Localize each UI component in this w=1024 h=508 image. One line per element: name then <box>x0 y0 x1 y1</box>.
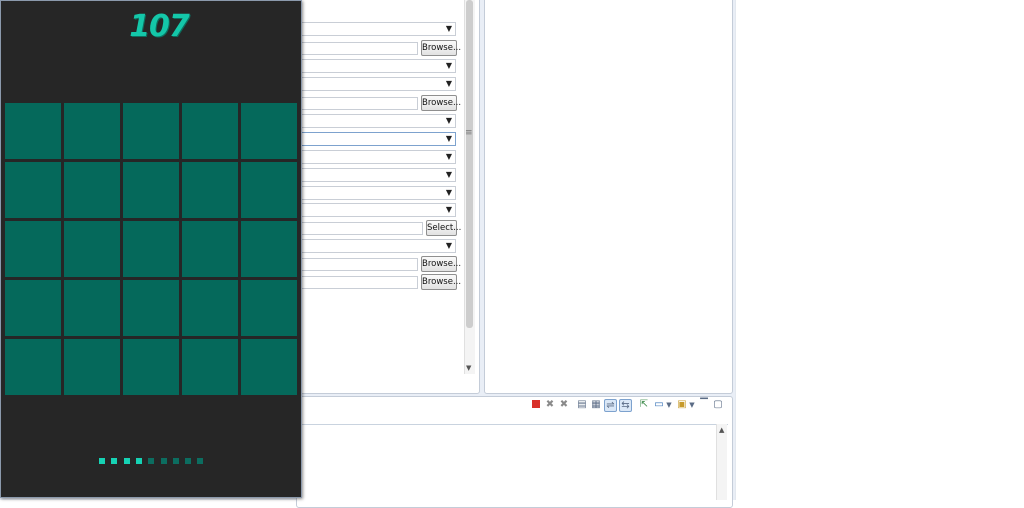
path-field[interactable] <box>300 97 418 110</box>
grid-cell[interactable] <box>241 103 297 159</box>
property-combo[interactable]: ▼ <box>300 22 457 36</box>
grid-cell[interactable] <box>123 103 179 159</box>
property-combo[interactable]: ▼ <box>300 150 457 164</box>
property-path-row: Browse... <box>300 256 461 272</box>
grid-cell[interactable] <box>241 339 297 395</box>
property-combo[interactable]: ▼ <box>300 203 457 217</box>
level-dot-empty <box>185 458 192 464</box>
maximize-icon[interactable]: ▢ <box>712 399 724 411</box>
grid-cell[interactable] <box>123 339 179 395</box>
property-combo[interactable]: ▼ <box>300 168 457 182</box>
chevron-down-icon[interactable]: ▼ <box>686 399 698 411</box>
scroll-lock-icon[interactable]: ▦ <box>590 399 602 411</box>
grid-cell[interactable] <box>182 221 238 277</box>
browse-button[interactable]: Browse... <box>421 40 461 56</box>
level-dot-empty <box>148 458 155 464</box>
terminate-icon[interactable] <box>530 399 542 411</box>
property-path-row: Browse... <box>300 40 461 56</box>
grid-cell[interactable] <box>123 221 179 277</box>
browse-button[interactable]: Browse... <box>421 95 461 111</box>
editor-area <box>735 0 1024 500</box>
level-dot-filled <box>99 458 105 464</box>
game-window: 107 <box>0 0 302 498</box>
level-dot-empty <box>172 458 179 464</box>
dropdown-arrow-icon[interactable]: ▼ <box>446 170 452 180</box>
dropdown-arrow-icon[interactable]: ▼ <box>446 241 452 251</box>
remove-all-icon[interactable]: ✖ <box>558 399 570 411</box>
grid-cell[interactable] <box>241 162 297 218</box>
dropdown-arrow-icon[interactable]: ▼ <box>446 116 452 126</box>
dropdown-arrow-icon[interactable]: ▼ <box>446 79 452 89</box>
property-combo[interactable]: ▼ <box>300 59 457 73</box>
level-dot-filled <box>111 458 118 464</box>
property-combo[interactable]: ▼ <box>300 114 457 128</box>
grid-cell[interactable] <box>182 339 238 395</box>
path-field[interactable] <box>300 258 418 271</box>
score-display: 107 <box>129 9 190 44</box>
chevron-down-icon[interactable]: ▼ <box>663 399 675 411</box>
scroll-down-icon[interactable]: ▼ <box>466 364 471 372</box>
browse-button[interactable]: Browse... <box>421 274 461 290</box>
level-dot-empty <box>160 458 167 464</box>
property-combo[interactable]: ▼ <box>300 77 457 91</box>
minimize-icon[interactable]: ▔ <box>698 399 710 411</box>
pin-console-icon[interactable]: ⇱ <box>638 399 650 411</box>
grid-cell[interactable] <box>64 221 120 277</box>
grid-cell[interactable] <box>123 162 179 218</box>
select-button[interactable]: Select... <box>426 220 461 236</box>
selection-field[interactable] <box>300 222 423 235</box>
grid-cell[interactable] <box>5 162 61 218</box>
scrollbar-thumb[interactable] <box>466 0 473 328</box>
grid-cell[interactable] <box>182 162 238 218</box>
dropdown-arrow-icon[interactable]: ▼ <box>446 152 452 162</box>
outline-panel <box>484 0 733 394</box>
grid-cell[interactable] <box>5 221 61 277</box>
clear-console-icon[interactable]: ▤ <box>576 399 588 411</box>
grid-cell[interactable] <box>182 103 238 159</box>
scroll-up-icon[interactable]: ▲ <box>719 426 724 434</box>
show-on-output-icon[interactable]: ⇆ <box>619 399 632 412</box>
dropdown-arrow-icon[interactable]: ▼ <box>446 61 452 71</box>
property-path-row: Browse... <box>300 274 461 290</box>
grid-cell[interactable] <box>5 339 61 395</box>
path-field[interactable] <box>300 276 418 289</box>
console-output[interactable] <box>302 424 728 501</box>
word-wrap-icon[interactable]: ⇌ <box>604 399 617 412</box>
grid-cell[interactable] <box>5 280 61 336</box>
browse-button[interactable]: Browse... <box>421 256 461 272</box>
grid-cell[interactable] <box>241 280 297 336</box>
grid-cell[interactable] <box>64 103 120 159</box>
level-dot-empty <box>197 458 204 464</box>
grid-cell[interactable] <box>123 280 179 336</box>
grid-cell[interactable] <box>5 103 61 159</box>
game-grid <box>5 103 298 396</box>
grid-cell[interactable] <box>241 221 297 277</box>
path-field[interactable] <box>300 42 418 55</box>
property-combo[interactable]: ▼ <box>300 239 457 253</box>
dropdown-arrow-icon[interactable]: ▼ <box>446 188 452 198</box>
sash-grip-icon[interactable]: ≡ <box>465 128 473 138</box>
level-dot-filled <box>123 458 130 464</box>
console-scrollbar[interactable]: ▲ <box>716 424 727 500</box>
grid-cell[interactable] <box>64 280 120 336</box>
property-path-row: Browse... <box>300 95 461 111</box>
properties-scrollbar[interactable]: ▼ <box>464 0 475 374</box>
remove-launch-icon[interactable]: ✖ <box>544 399 556 411</box>
property-combo[interactable]: ▼ <box>300 186 457 200</box>
dropdown-arrow-icon[interactable]: ▼ <box>446 205 452 215</box>
grid-cell[interactable] <box>64 162 120 218</box>
property-combo-focused[interactable]: ▼ <box>300 132 457 146</box>
grid-cell[interactable] <box>182 280 238 336</box>
grid-cell[interactable] <box>64 339 120 395</box>
dropdown-arrow-icon[interactable]: ▼ <box>446 134 452 144</box>
property-select-row: Select... <box>300 220 461 236</box>
level-dot-filled <box>135 458 142 464</box>
dropdown-arrow-icon[interactable]: ▼ <box>446 24 452 34</box>
